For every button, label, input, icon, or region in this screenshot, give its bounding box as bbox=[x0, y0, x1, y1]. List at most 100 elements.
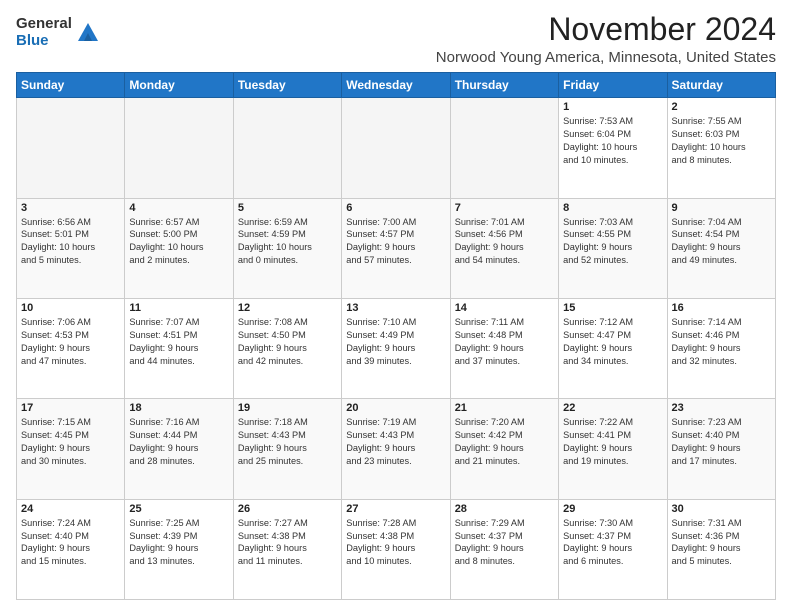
header: General Blue November 2024 Norwood Young… bbox=[16, 12, 776, 66]
day-info: Sunrise: 7:00 AM Sunset: 4:57 PM Dayligh… bbox=[346, 216, 445, 268]
calendar-cell: 2Sunrise: 7:55 AM Sunset: 6:03 PM Daylig… bbox=[667, 98, 775, 198]
header-friday: Friday bbox=[559, 73, 667, 98]
day-info: Sunrise: 6:56 AM Sunset: 5:01 PM Dayligh… bbox=[21, 216, 120, 268]
day-info: Sunrise: 7:16 AM Sunset: 4:44 PM Dayligh… bbox=[129, 416, 228, 468]
day-info: Sunrise: 7:11 AM Sunset: 4:48 PM Dayligh… bbox=[455, 316, 554, 368]
title-block: November 2024 Norwood Young America, Min… bbox=[436, 12, 776, 66]
day-info: Sunrise: 7:31 AM Sunset: 4:36 PM Dayligh… bbox=[672, 517, 771, 569]
calendar-cell: 10 Sunrise: 7:06 AM Sunset: 4:53 PM Dayli… bbox=[17, 298, 125, 398]
day-info: Sunrise: 7:19 AM Sunset: 4:43 PM Dayligh… bbox=[346, 416, 445, 468]
calendar-cell bbox=[450, 98, 558, 198]
location: Norwood Young America, Minnesota, United… bbox=[436, 49, 776, 66]
day-info: Sunrise: 7:03 AM Sunset: 4:55 PM Dayligh… bbox=[563, 216, 662, 268]
day-number: 23 bbox=[672, 402, 771, 414]
calendar-cell bbox=[17, 98, 125, 198]
day-number: 13 bbox=[346, 302, 445, 314]
day-info: Sunrise: 7:14 AM Sunset: 4:46 PM Dayligh… bbox=[672, 316, 771, 368]
day-number: 15 bbox=[563, 302, 662, 314]
logo-blue: Blue bbox=[16, 33, 72, 50]
day-info: Sunrise: 7:01 AM Sunset: 4:56 PM Dayligh… bbox=[455, 216, 554, 268]
calendar-cell: 14Sunrise: 7:11 AM Sunset: 4:48 PM Dayli… bbox=[450, 298, 558, 398]
calendar-cell: 21 Sunrise: 7:20 AM Sunset: 4:42 PM Dayli… bbox=[450, 399, 558, 499]
day-info: Sunrise: 7:08 AM Sunset: 4:50 PM Dayligh… bbox=[238, 316, 337, 368]
calendar-header-row: Sunday Monday Tuesday Wednesday Thursday… bbox=[17, 73, 776, 98]
header-thursday: Thursday bbox=[450, 73, 558, 98]
day-number: 12 bbox=[238, 302, 337, 314]
day-info: Sunrise: 6:57 AM Sunset: 5:00 PM Dayligh… bbox=[129, 216, 228, 268]
day-info: Sunrise: 7:25 AM Sunset: 4:39 PM Dayligh… bbox=[129, 517, 228, 569]
day-info: Sunrise: 7:22 AM Sunset: 4:41 PM Dayligh… bbox=[563, 416, 662, 468]
day-number: 18 bbox=[129, 402, 228, 414]
calendar-cell: 19 Sunrise: 7:18 AM Sunset: 4:43 PM Dayli… bbox=[233, 399, 341, 499]
calendar-cell: 6 Sunrise: 7:00 AM Sunset: 4:57 PM Daylig… bbox=[342, 198, 450, 298]
calendar-cell bbox=[342, 98, 450, 198]
calendar-cell: 15 Sunrise: 7:12 AM Sunset: 4:47 PM Dayli… bbox=[559, 298, 667, 398]
day-number: 17 bbox=[21, 402, 120, 414]
calendar-week-4: 24Sunrise: 7:24 AM Sunset: 4:40 PM Dayli… bbox=[17, 499, 776, 599]
calendar-cell: 30 Sunrise: 7:31 AM Sunset: 4:36 PM Dayli… bbox=[667, 499, 775, 599]
header-saturday: Saturday bbox=[667, 73, 775, 98]
logo-text: General Blue bbox=[16, 16, 72, 49]
calendar-cell: 20 Sunrise: 7:19 AM Sunset: 4:43 PM Dayli… bbox=[342, 399, 450, 499]
day-info: Sunrise: 7:24 AM Sunset: 4:40 PM Dayligh… bbox=[21, 517, 120, 569]
day-number: 19 bbox=[238, 402, 337, 414]
day-info: Sunrise: 7:30 AM Sunset: 4:37 PM Dayligh… bbox=[563, 517, 662, 569]
calendar-cell: 25 Sunrise: 7:25 AM Sunset: 4:39 PM Dayli… bbox=[125, 499, 233, 599]
day-info: Sunrise: 7:18 AM Sunset: 4:43 PM Dayligh… bbox=[238, 416, 337, 468]
day-info: Sunrise: 7:12 AM Sunset: 4:47 PM Dayligh… bbox=[563, 316, 662, 368]
day-number: 25 bbox=[129, 503, 228, 515]
calendar-cell: 7 Sunrise: 7:01 AM Sunset: 4:56 PM Daylig… bbox=[450, 198, 558, 298]
calendar-cell: 28Sunrise: 7:29 AM Sunset: 4:37 PM Dayli… bbox=[450, 499, 558, 599]
day-info: Sunrise: 7:20 AM Sunset: 4:42 PM Dayligh… bbox=[455, 416, 554, 468]
day-number: 7 bbox=[455, 202, 554, 214]
header-tuesday: Tuesday bbox=[233, 73, 341, 98]
day-number: 8 bbox=[563, 202, 662, 214]
calendar-week-2: 10 Sunrise: 7:06 AM Sunset: 4:53 PM Dayli… bbox=[17, 298, 776, 398]
day-number: 11 bbox=[129, 302, 228, 314]
calendar-cell: 9 Sunrise: 7:04 AM Sunset: 4:54 PM Daylig… bbox=[667, 198, 775, 298]
calendar-week-3: 17Sunrise: 7:15 AM Sunset: 4:45 PM Dayli… bbox=[17, 399, 776, 499]
calendar-cell: 26Sunrise: 7:27 AM Sunset: 4:38 PM Dayli… bbox=[233, 499, 341, 599]
calendar-week-1: 3 Sunrise: 6:56 AM Sunset: 5:01 PM Daylig… bbox=[17, 198, 776, 298]
calendar-cell: 13 Sunrise: 7:10 AM Sunset: 4:49 PM Dayli… bbox=[342, 298, 450, 398]
day-number: 5 bbox=[238, 202, 337, 214]
day-info: Sunrise: 7:23 AM Sunset: 4:40 PM Dayligh… bbox=[672, 416, 771, 468]
day-number: 21 bbox=[455, 402, 554, 414]
day-number: 2 bbox=[672, 101, 771, 113]
calendar-table: Sunday Monday Tuesday Wednesday Thursday… bbox=[16, 72, 776, 600]
day-number: 9 bbox=[672, 202, 771, 214]
day-info: Sunrise: 7:07 AM Sunset: 4:51 PM Dayligh… bbox=[129, 316, 228, 368]
calendar-cell: 5 Sunrise: 6:59 AM Sunset: 4:59 PM Daylig… bbox=[233, 198, 341, 298]
logo: General Blue bbox=[16, 16, 102, 49]
day-number: 30 bbox=[672, 503, 771, 515]
day-number: 6 bbox=[346, 202, 445, 214]
calendar-cell: 4Sunrise: 6:57 AM Sunset: 5:00 PM Daylig… bbox=[125, 198, 233, 298]
day-info: Sunrise: 7:06 AM Sunset: 4:53 PM Dayligh… bbox=[21, 316, 120, 368]
day-number: 26 bbox=[238, 503, 337, 515]
calendar-cell: 22Sunrise: 7:22 AM Sunset: 4:41 PM Dayli… bbox=[559, 399, 667, 499]
header-wednesday: Wednesday bbox=[342, 73, 450, 98]
calendar-cell bbox=[125, 98, 233, 198]
calendar-cell: 29Sunrise: 7:30 AM Sunset: 4:37 PM Dayli… bbox=[559, 499, 667, 599]
day-number: 20 bbox=[346, 402, 445, 414]
day-number: 1 bbox=[563, 101, 662, 113]
calendar-cell: 27Sunrise: 7:28 AM Sunset: 4:38 PM Dayli… bbox=[342, 499, 450, 599]
calendar-cell: 24Sunrise: 7:24 AM Sunset: 4:40 PM Dayli… bbox=[17, 499, 125, 599]
calendar-cell: 12 Sunrise: 7:08 AM Sunset: 4:50 PM Dayli… bbox=[233, 298, 341, 398]
calendar-cell: 3 Sunrise: 6:56 AM Sunset: 5:01 PM Daylig… bbox=[17, 198, 125, 298]
calendar-cell: 8 Sunrise: 7:03 AM Sunset: 4:55 PM Daylig… bbox=[559, 198, 667, 298]
calendar-cell: 17Sunrise: 7:15 AM Sunset: 4:45 PM Dayli… bbox=[17, 399, 125, 499]
day-info: Sunrise: 6:59 AM Sunset: 4:59 PM Dayligh… bbox=[238, 216, 337, 268]
day-info: Sunrise: 7:04 AM Sunset: 4:54 PM Dayligh… bbox=[672, 216, 771, 268]
day-number: 16 bbox=[672, 302, 771, 314]
day-number: 10 bbox=[21, 302, 120, 314]
day-number: 27 bbox=[346, 503, 445, 515]
day-number: 3 bbox=[21, 202, 120, 214]
month-title: November 2024 bbox=[436, 12, 776, 47]
calendar-week-0: 1 Sunrise: 7:53 AM Sunset: 6:04 PM Daylig… bbox=[17, 98, 776, 198]
header-sunday: Sunday bbox=[17, 73, 125, 98]
day-number: 28 bbox=[455, 503, 554, 515]
day-info: Sunrise: 7:53 AM Sunset: 6:04 PM Dayligh… bbox=[563, 115, 662, 167]
day-info: Sunrise: 7:10 AM Sunset: 4:49 PM Dayligh… bbox=[346, 316, 445, 368]
logo-general: General bbox=[16, 16, 72, 33]
